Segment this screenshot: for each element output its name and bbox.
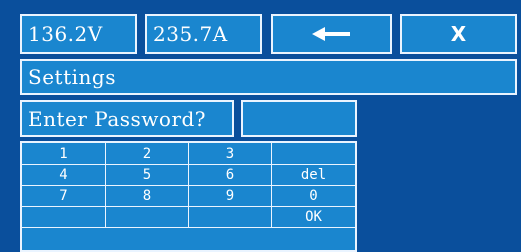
key-6[interactable]: 6 [189, 165, 272, 186]
key-0[interactable]: 0 [272, 186, 355, 207]
title-bar: Settings [18, 57, 519, 97]
current-readout: 235.7A [143, 12, 264, 56]
key-blank-r1 [272, 143, 355, 165]
close-button[interactable]: X [398, 12, 519, 56]
key-8[interactable]: 8 [106, 186, 189, 207]
key-blank-r4-c1 [22, 207, 106, 228]
current-value: 235.7A [153, 22, 228, 46]
password-prompt: Enter Password? [18, 98, 236, 139]
device-screen: 136.2V 235.7A X Settings Enter Password?… [0, 0, 521, 252]
voltage-value: 136.2V [28, 22, 103, 46]
password-prompt-label: Enter Password? [28, 106, 207, 131]
voltage-readout: 136.2V [18, 12, 139, 56]
close-label: X [450, 22, 467, 46]
key-1[interactable]: 1 [22, 143, 106, 165]
key-4[interactable]: 4 [22, 165, 106, 186]
arrow-left-icon [311, 27, 350, 41]
key-3[interactable]: 3 [189, 143, 272, 165]
key-5[interactable]: 5 [106, 165, 189, 186]
key-9[interactable]: 9 [189, 186, 272, 207]
screen-left-edge [0, 0, 18, 252]
key-7[interactable]: 7 [22, 186, 106, 207]
key-blank-r4-c3 [189, 207, 272, 228]
page-title: Settings [28, 65, 116, 89]
numeric-keypad: 1 2 3 4 5 6 del 7 8 9 0 OK [20, 141, 357, 252]
key-del[interactable]: del [272, 165, 355, 186]
key-ok[interactable]: OK [272, 207, 355, 228]
key-2[interactable]: 2 [106, 143, 189, 165]
back-button[interactable] [269, 12, 394, 56]
password-input[interactable] [239, 98, 359, 139]
key-blank-r4-c2 [106, 207, 189, 228]
